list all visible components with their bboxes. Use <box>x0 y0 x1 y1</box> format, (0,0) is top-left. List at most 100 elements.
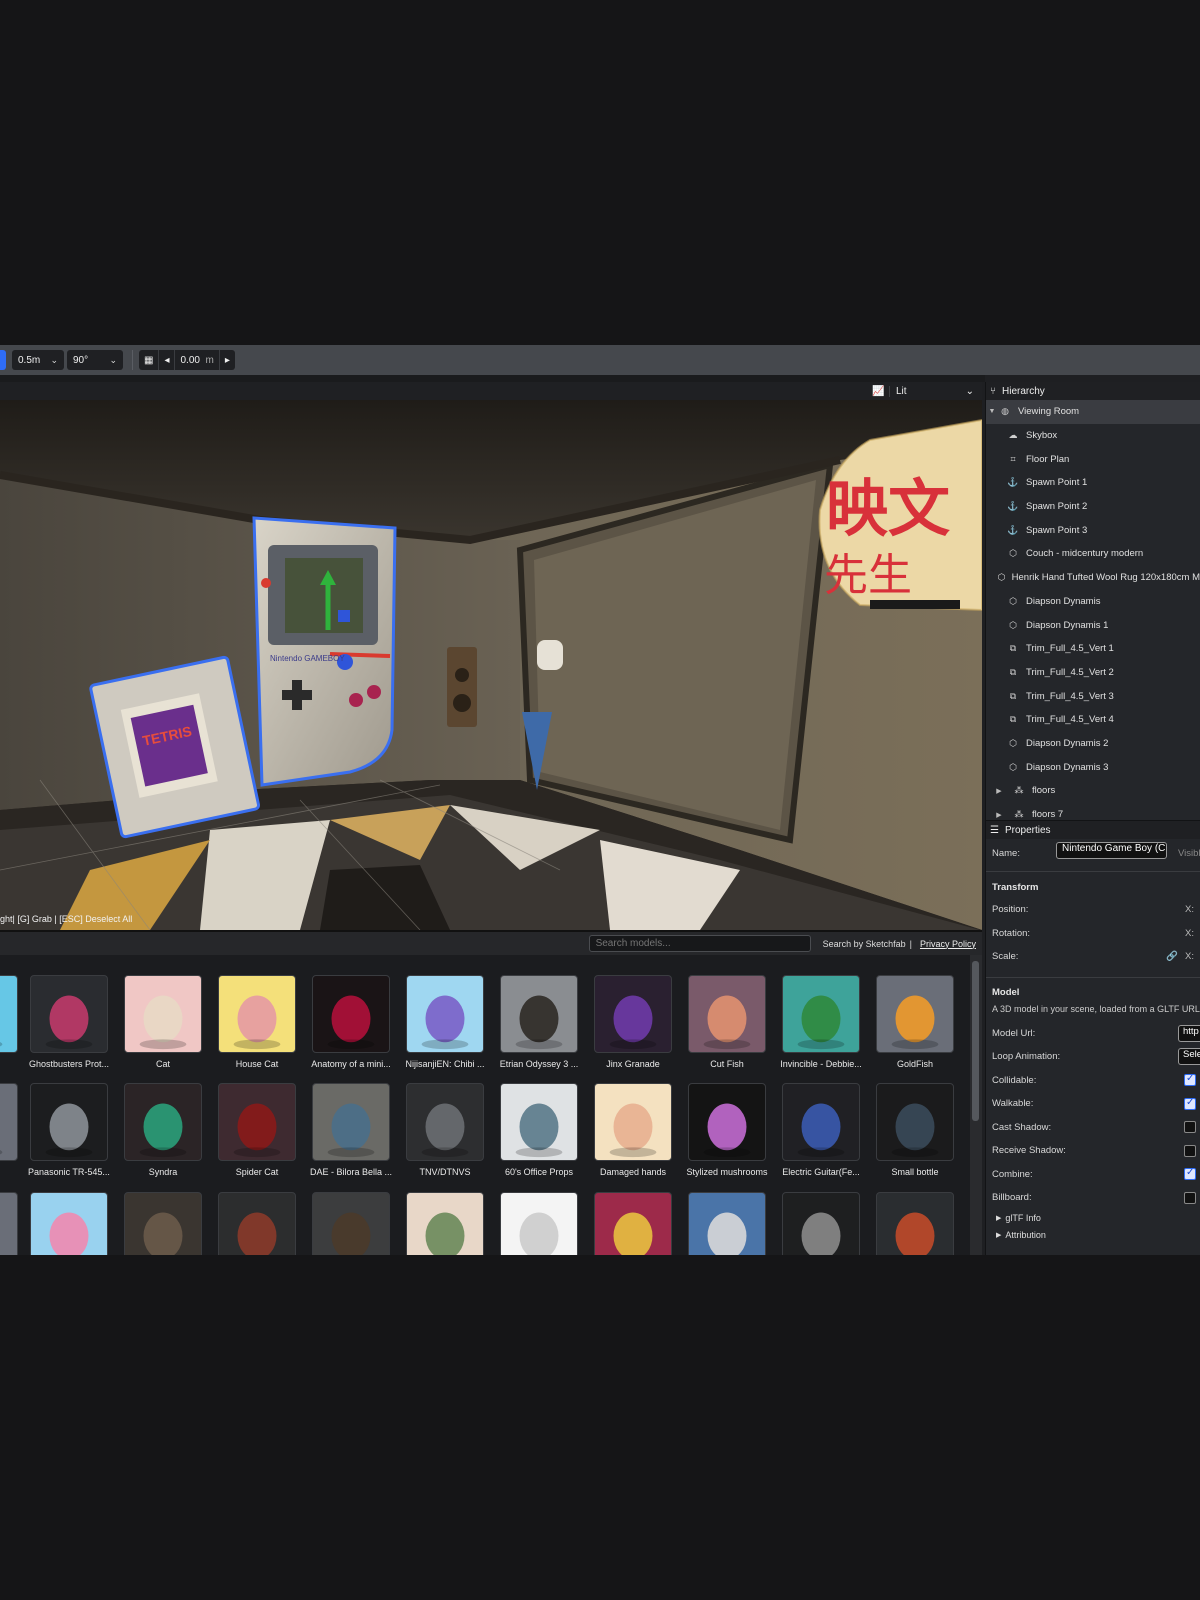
loop-animation-select[interactable]: Sele <box>1178 1048 1200 1066</box>
model-thumbnail[interactable] <box>0 1083 18 1161</box>
model-thumbnail[interactable] <box>406 1083 484 1161</box>
model-title[interactable]: Electric Guitar(Fe... <box>774 1167 868 1177</box>
model-thumbnail[interactable] <box>594 1192 672 1255</box>
hierarchy-item[interactable]: ⚓ Spawn Point 3 <box>986 518 1200 542</box>
model-thumbnail[interactable] <box>312 1192 390 1255</box>
model-title[interactable]: Damaged hands <box>586 1167 680 1177</box>
snap-distance-select[interactable]: 0.5m ⌄ <box>12 350 64 370</box>
model-thumbnail[interactable] <box>688 1083 766 1161</box>
model-thumbnail[interactable] <box>30 975 108 1053</box>
results-scrollbar[interactable] <box>970 955 982 1255</box>
receive-shadow-checkbox[interactable] <box>1184 1144 1196 1157</box>
model-thumbnail[interactable] <box>406 1192 484 1255</box>
model-thumbnail[interactable] <box>0 975 18 1053</box>
model-thumbnail[interactable] <box>876 1083 954 1161</box>
model-title[interactable]: Jinx Granade <box>586 1059 680 1069</box>
hierarchy-item[interactable]: ▼ ◍ Viewing Room <box>986 400 1200 424</box>
name-input[interactable]: Nintendo Game Boy (C <box>1056 842 1167 859</box>
model-title[interactable]: TNV/DTNVS <box>398 1167 492 1177</box>
gltf-info-toggle[interactable]: ▶ glTF Info <box>986 1210 1200 1227</box>
model-thumbnail[interactable] <box>876 1192 954 1255</box>
model-title[interactable]: Cat <box>116 1059 210 1069</box>
privacy-policy-link[interactable]: Privacy Policy <box>920 939 976 949</box>
walkable-checkbox[interactable] <box>1184 1097 1196 1110</box>
model-title[interactable]: Anatomy of a mini... <box>304 1059 398 1069</box>
scrollbar-thumb[interactable] <box>972 961 979 1121</box>
caret-right-icon[interactable]: ▶ <box>986 787 1012 795</box>
model-thumbnail[interactable] <box>500 1192 578 1255</box>
model-title[interactable]: Syndra <box>116 1167 210 1177</box>
hierarchy-item[interactable]: ⬡ Couch - midcentury modern <box>986 542 1200 566</box>
model-title[interactable]: House Cat <box>210 1059 304 1069</box>
grid-decrease-button[interactable]: ◂ <box>159 350 176 370</box>
model-thumbnail[interactable] <box>876 975 954 1053</box>
model-search-input[interactable] <box>588 935 811 952</box>
cast-shadow-checkbox[interactable] <box>1184 1121 1196 1134</box>
model-thumbnail[interactable] <box>782 1083 860 1161</box>
hierarchy-item[interactable]: ⬡ Diapson Dynamis 1 <box>986 613 1200 637</box>
model-title[interactable]: NijisanjiEN: Chibi ... <box>398 1059 492 1069</box>
scene-viewport[interactable]: TETRIS Nintendo GAMEBOY 映文 先生 ght| [G] G… <box>0 400 982 930</box>
snap-angle-select[interactable]: 90° ⌄ <box>67 350 123 370</box>
model-title[interactable]: Etrian Odyssey 3 ... <box>492 1059 586 1069</box>
model-url-input[interactable]: http <box>1178 1024 1200 1042</box>
model-thumbnail[interactable] <box>218 1083 296 1161</box>
hierarchy-item[interactable]: ⬡ Diapson Dynamis 2 <box>986 732 1200 756</box>
model-title[interactable]: Ghostbusters Prot... <box>22 1059 116 1069</box>
grid-icon[interactable]: ▦ <box>139 350 160 370</box>
model-thumbnail[interactable] <box>782 975 860 1053</box>
model-title[interactable]: Spider Cat <box>210 1167 304 1177</box>
model-thumbnail[interactable] <box>312 1083 390 1161</box>
model-thumbnail[interactable] <box>30 1192 108 1255</box>
model-title[interactable]: Small bottle <box>868 1167 962 1177</box>
hierarchy-item[interactable]: ⧉ Trim_Full_4.5_Vert 4 <box>986 708 1200 732</box>
hierarchy-item[interactable]: ⬡ Diapson Dynamis <box>986 590 1200 614</box>
hierarchy-item[interactable]: ▶ ⁂ floors 7 <box>986 803 1200 820</box>
model-title[interactable]: Stylized mushrooms <box>680 1167 774 1177</box>
model-thumbnail[interactable] <box>782 1192 860 1255</box>
hierarchy-item[interactable]: ⧉ Trim_Full_4.5_Vert 2 <box>986 661 1200 685</box>
model-thumbnail[interactable] <box>688 975 766 1053</box>
model-title[interactable]: DAE - Bilora Bella ... <box>304 1167 398 1177</box>
model-thumbnail[interactable] <box>124 1192 202 1255</box>
hierarchy-item[interactable]: ⧉ Trim_Full_4.5_Vert 1 <box>986 637 1200 661</box>
model-thumbnail[interactable] <box>312 975 390 1053</box>
hierarchy-item[interactable]: ☁ Skybox <box>986 424 1200 448</box>
grid-height-input[interactable]: 0.00 m <box>175 350 220 370</box>
model-thumbnail[interactable] <box>30 1083 108 1161</box>
model-title[interactable]: GoldFish <box>868 1059 962 1069</box>
model-thumbnail[interactable] <box>124 975 202 1053</box>
model-thumbnail[interactable] <box>218 1192 296 1255</box>
model-title[interactable]: Panasonic TR-545... <box>22 1167 116 1177</box>
hierarchy-item[interactable]: ⬡ Henrik Hand Tufted Wool Rug 120x180cm M <box>986 566 1200 590</box>
model-thumbnail[interactable] <box>500 1083 578 1161</box>
model-thumbnail[interactable] <box>594 1083 672 1161</box>
hierarchy-item[interactable]: ▶ ⁂ floors <box>986 779 1200 803</box>
model-thumbnail[interactable] <box>124 1083 202 1161</box>
grid-increase-button[interactable]: ▸ <box>220 350 235 370</box>
hierarchy-item[interactable]: ⬡ Diapson Dynamis 3 <box>986 755 1200 779</box>
hierarchy-item[interactable]: ⚓ Spawn Point 2 <box>986 495 1200 519</box>
hierarchy-item[interactable]: ⌗ Floor Plan <box>986 447 1200 471</box>
collidable-checkbox[interactable] <box>1184 1073 1196 1087</box>
combine-checkbox[interactable] <box>1184 1167 1196 1181</box>
caret-right-icon[interactable]: ▶ <box>986 811 1012 819</box>
model-thumbnail[interactable] <box>688 1192 766 1255</box>
model-thumbnail[interactable] <box>500 975 578 1053</box>
model-thumbnail[interactable] <box>0 1192 18 1255</box>
model-title[interactable]: 60's Office Props <box>492 1167 586 1177</box>
render-mode-select[interactable]: 📈 Lit ⌄ <box>868 382 980 400</box>
hierarchy-item[interactable]: ⧉ Trim_Full_4.5_Vert 3 <box>986 684 1200 708</box>
stats-chart-icon[interactable]: 📈 <box>868 385 890 397</box>
model-thumbnail[interactable] <box>406 975 484 1053</box>
link-icon[interactable]: 🔗 <box>1166 951 1178 962</box>
active-tool-indicator[interactable] <box>0 350 6 370</box>
attribution-toggle[interactable]: ▶ Attribution <box>986 1227 1200 1244</box>
model-thumbnail[interactable] <box>594 975 672 1053</box>
model-title[interactable]: Invincible - Debbie... <box>774 1059 868 1069</box>
model-thumbnail[interactable] <box>218 975 296 1053</box>
billboard-checkbox[interactable] <box>1184 1191 1196 1204</box>
caret-down-icon[interactable]: ▼ <box>986 408 998 415</box>
hierarchy-item[interactable]: ⚓ Spawn Point 1 <box>986 471 1200 495</box>
model-title[interactable]: Cut Fish <box>680 1059 774 1069</box>
